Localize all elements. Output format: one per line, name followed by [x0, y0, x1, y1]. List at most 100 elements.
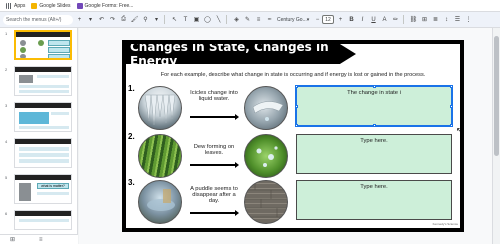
bookmark-slides-label: Google Slides: [39, 2, 71, 9]
underline-icon[interactable]: U: [369, 15, 378, 24]
row-label: A puddle seems to disappear after a day.: [190, 186, 238, 204]
pavement-graphic: [245, 181, 287, 218]
answer-text-1: The change in state i: [347, 90, 401, 96]
puddle-image: [138, 180, 182, 224]
slide-number: 4: [5, 139, 8, 144]
resize-handle[interactable]: [450, 124, 453, 127]
thumb-image: [20, 40, 26, 46]
thumb-header: [15, 67, 71, 72]
link-icon[interactable]: ⛓: [409, 15, 418, 24]
redo-icon[interactable]: ↷: [108, 15, 117, 24]
slide-thumbnail[interactable]: [14, 138, 72, 168]
resize-handle[interactable]: [373, 85, 376, 88]
thumb-header: [15, 175, 71, 180]
print-icon[interactable]: ⎙: [119, 15, 128, 24]
scrollbar-thumb[interactable]: [494, 36, 499, 156]
bold-icon[interactable]: B: [347, 15, 356, 24]
bookmark-apps[interactable]: Apps: [6, 2, 26, 9]
thumb-image: [19, 112, 49, 124]
italic-icon[interactable]: I: [358, 15, 367, 24]
thumb-text: [19, 219, 69, 222]
thumb-text: [37, 75, 69, 78]
font-size-input[interactable]: 12: [322, 15, 334, 24]
thumb-text: [19, 90, 69, 93]
slide-title-banner: Changes in State, Changes in Energy: [126, 44, 356, 64]
shape-icon[interactable]: ◯: [203, 15, 212, 24]
slide-thumbnail[interactable]: [14, 102, 72, 132]
align-icon[interactable]: ≣: [431, 15, 440, 24]
slide-number: 3: [5, 103, 8, 108]
filmstrip-footer: ⊞ ≡: [0, 234, 78, 244]
text-color-icon[interactable]: A: [380, 15, 389, 24]
puddle-graphic: [147, 189, 175, 211]
arrow-right-icon: [190, 114, 239, 120]
select-cursor-icon[interactable]: ↖: [170, 15, 179, 24]
slides-icon: [31, 2, 38, 9]
slide-thumbnail[interactable]: [14, 210, 72, 230]
image-icon[interactable]: ▣: [192, 15, 201, 24]
answer-box-1[interactable]: The change in state i: [295, 85, 453, 127]
arrow-right-icon: [190, 162, 239, 168]
forms-icon: [76, 2, 83, 9]
highlight-icon[interactable]: ✏: [391, 15, 400, 24]
answer-box-2[interactable]: Type here.: [296, 134, 452, 174]
thumb-text: [51, 112, 69, 115]
thumb-text: [19, 159, 69, 163]
slide-thumbnail[interactable]: [14, 30, 72, 60]
font-family-value: Century Go...: [277, 16, 307, 23]
slide-thumbnail[interactable]: what is matter?: [14, 174, 72, 204]
comment-icon[interactable]: ⊞: [420, 15, 429, 24]
border-weight-icon[interactable]: ≡: [254, 15, 263, 24]
line-spacing-icon[interactable]: ↕: [442, 15, 451, 24]
row-label: Icicles change into liquid water.: [190, 90, 238, 102]
thumb-text: [37, 192, 69, 195]
current-slide[interactable]: Changes in State, Changes in Energy For …: [122, 40, 464, 232]
row-number: 2.: [128, 132, 135, 141]
resize-handle[interactable]: [295, 105, 298, 108]
resize-handle[interactable]: [295, 124, 298, 127]
resize-handle[interactable]: [450, 85, 453, 88]
more-icon[interactable]: ⋮: [464, 15, 473, 24]
thumb-text: [19, 147, 69, 151]
filmstrip-view-icon[interactable]: ≡: [39, 237, 43, 243]
slide-number: 5: [5, 175, 8, 180]
thumb-image: [38, 40, 44, 46]
slide-thumbnail[interactable]: [14, 66, 72, 96]
bookmark-google-forms[interactable]: Google Forms: Free...: [76, 2, 133, 9]
answer-box-3[interactable]: Type here.: [296, 180, 452, 220]
thumb-header: [15, 103, 71, 108]
thumb-image: [20, 54, 26, 58]
search-menus-input[interactable]: Search the menus (Alt+/): [3, 14, 73, 25]
paint-format-icon[interactable]: 🖌: [130, 15, 139, 24]
resize-handle[interactable]: [373, 124, 376, 127]
add-icon[interactable]: +: [75, 15, 84, 24]
bookmark-apps-label: Apps: [14, 2, 26, 9]
text-box-icon[interactable]: T: [181, 15, 190, 24]
zoom-dropdown-icon[interactable]: ▾: [152, 15, 161, 24]
thumb-answer-box: [48, 54, 70, 58]
melting-ice-image: [244, 86, 288, 130]
font-size-increase-icon[interactable]: +: [336, 15, 345, 24]
line-icon[interactable]: ╲: [214, 15, 223, 24]
vertical-scrollbar[interactable]: [492, 28, 500, 244]
toolbar-separator: [226, 15, 227, 24]
slide-number: 1: [5, 31, 8, 36]
font-family-select[interactable]: Century Go... ▾: [277, 15, 311, 24]
border-color-icon[interactable]: ✎: [243, 15, 252, 24]
bullets-icon[interactable]: ☰: [453, 15, 462, 24]
row-number: 1.: [128, 84, 135, 93]
border-dash-icon[interactable]: ┅: [265, 15, 274, 24]
thumb-header: [16, 32, 70, 37]
undo-icon[interactable]: ↶: [97, 15, 106, 24]
resize-handle[interactable]: [295, 85, 298, 88]
zoom-icon[interactable]: ⚲: [141, 15, 150, 24]
dropdown-arrow-icon[interactable]: ▾: [86, 15, 95, 24]
bookmarks-bar: Apps Google Slides Google Forms: Free...: [0, 0, 500, 12]
bookmark-google-slides[interactable]: Google Slides: [31, 2, 71, 9]
grid-view-icon[interactable]: ⊞: [10, 236, 15, 243]
resize-handle[interactable]: [450, 105, 453, 108]
thumb-header: [15, 139, 71, 144]
fill-color-icon[interactable]: ◈: [232, 15, 241, 24]
slide-number: 2: [5, 67, 8, 72]
font-size-decrease-icon[interactable]: −: [313, 15, 322, 24]
